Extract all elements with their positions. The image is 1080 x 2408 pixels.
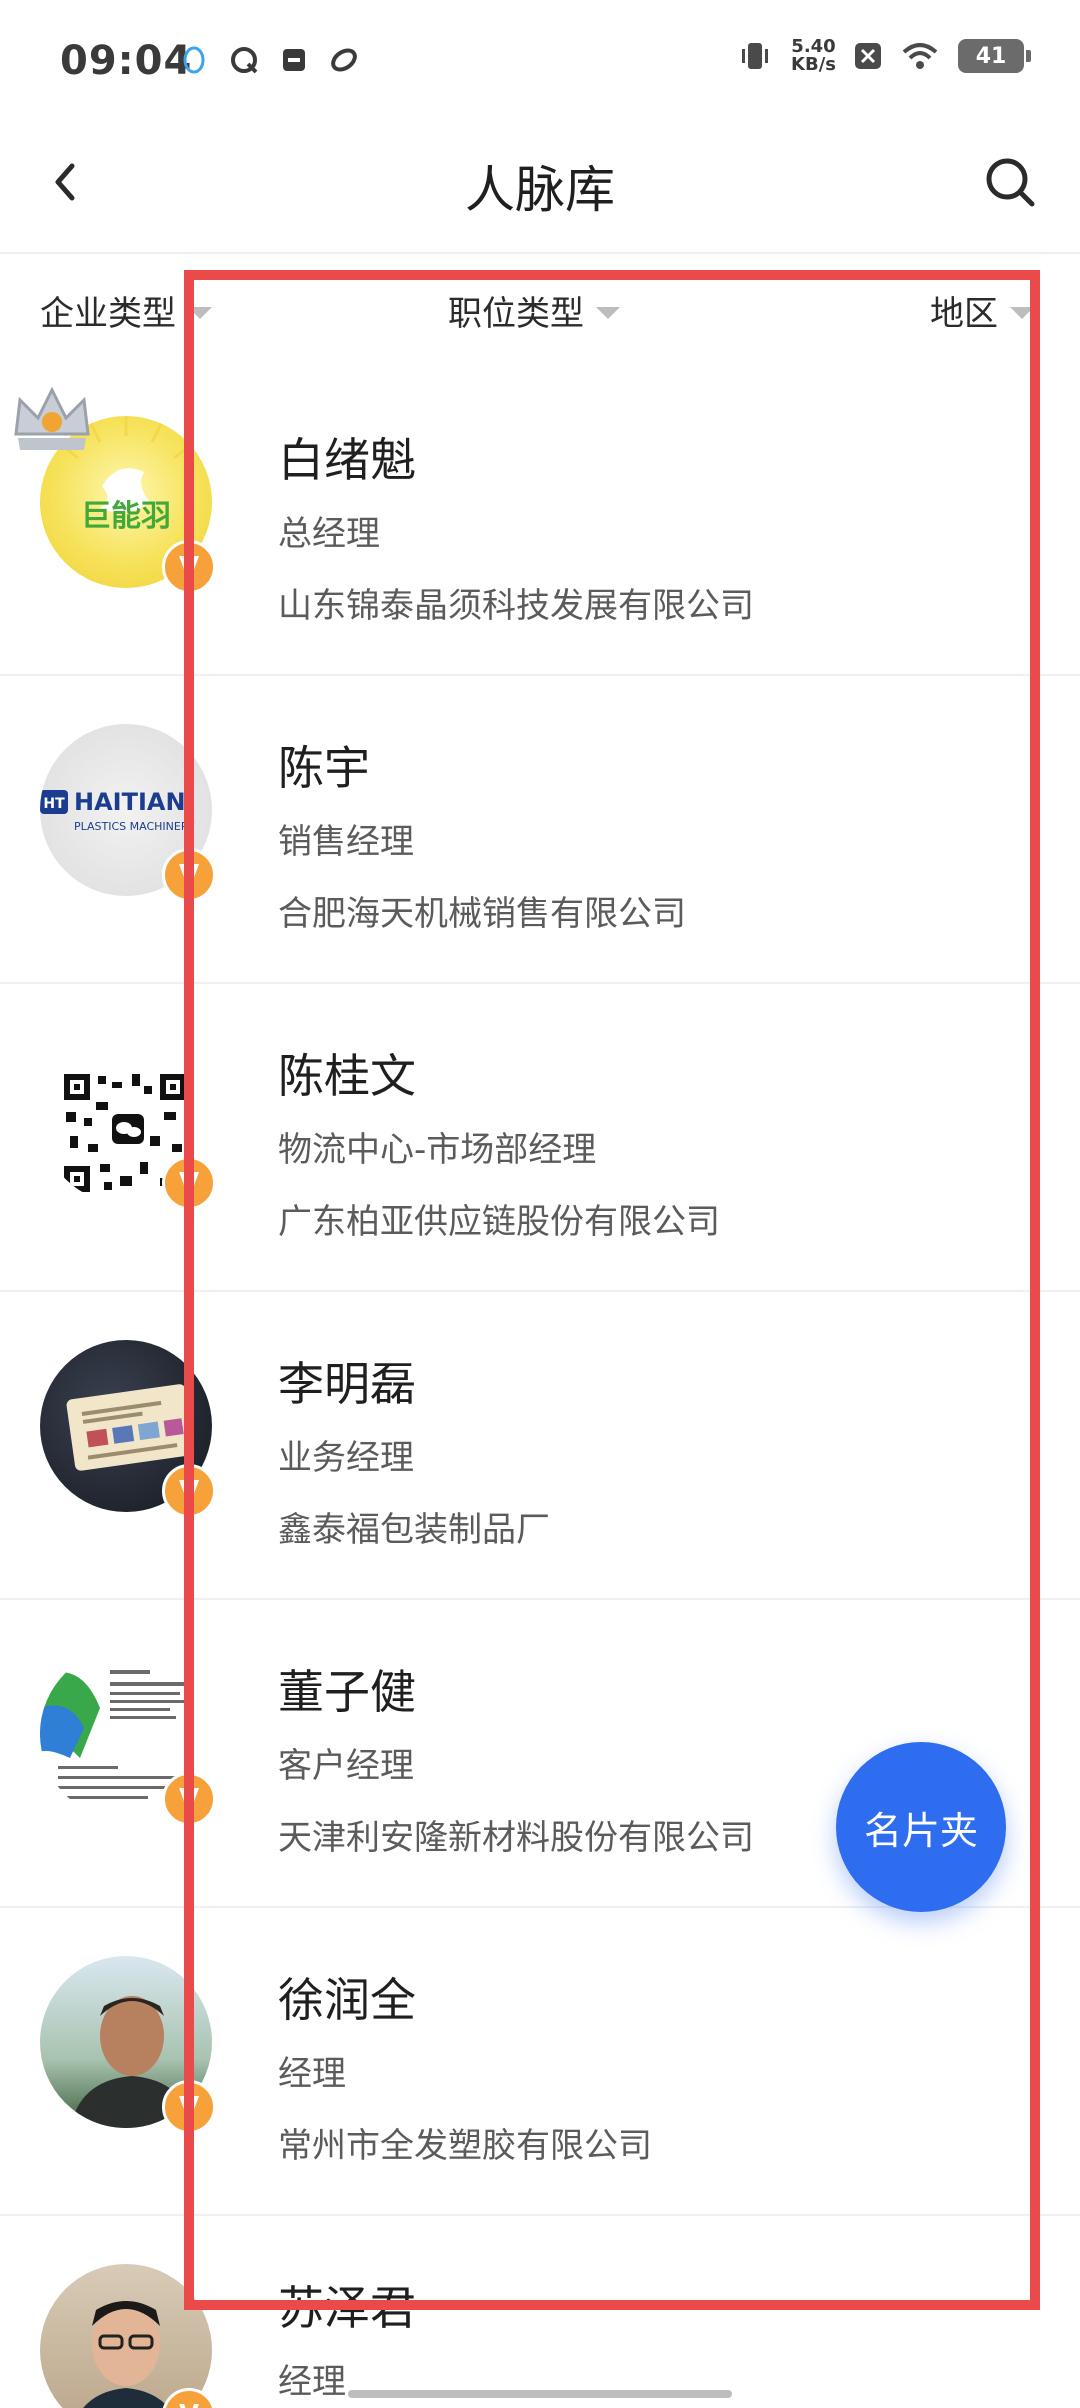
card-holder-label: 名片夹 bbox=[863, 1808, 978, 1853]
contact-name: 苏泽君 bbox=[278, 2281, 416, 2335]
verified-badge: V bbox=[162, 1772, 216, 1826]
verified-badge: V bbox=[162, 1156, 216, 1210]
avatar: V bbox=[40, 1032, 216, 1210]
leaf-icon bbox=[331, 48, 357, 72]
verified-badge: V bbox=[162, 848, 216, 902]
contact-name: 陈宇 bbox=[278, 741, 370, 795]
battery-indicator: 41 bbox=[958, 39, 1031, 73]
vibrate-icon bbox=[742, 43, 769, 69]
avatar: HT HAITIAN PLASTICS MACHINERY V bbox=[40, 724, 216, 902]
contact-company: 广东柏亚供应链股份有限公司 bbox=[278, 1202, 720, 1242]
contact-position: 经理 bbox=[278, 2362, 346, 2402]
status-bar: 09:04 5.40 KB/s 41 bbox=[0, 0, 1080, 120]
network-speed-unit: KB/s bbox=[791, 54, 836, 75]
contact-company: 鑫泰福包装制品厂 bbox=[278, 1510, 550, 1550]
wifi-icon bbox=[902, 43, 938, 69]
avatar-text: 巨能羽 bbox=[81, 499, 171, 534]
contact-list: 巨能羽 V 白绪魁 总经理 山东锦泰晶须科技发展有限公司 HT HAITIAN … bbox=[0, 368, 1080, 2408]
svg-text:HT: HT bbox=[43, 796, 65, 812]
contact-company: 山东锦泰晶须科技发展有限公司 bbox=[278, 586, 754, 626]
contact-position: 业务经理 bbox=[278, 1438, 414, 1478]
contact-position: 销售经理 bbox=[278, 822, 414, 862]
avatar: V bbox=[40, 2264, 216, 2408]
chat-bubble-icon bbox=[231, 47, 258, 74]
avatar: 巨能羽 V bbox=[14, 386, 216, 594]
contact-position: 总经理 bbox=[278, 514, 380, 554]
network-speed: 5.40 KB/s bbox=[791, 38, 836, 74]
contact-name: 白绪魁 bbox=[278, 433, 416, 487]
filter-position-type[interactable]: 职位类型 bbox=[448, 286, 620, 335]
contact-name: 董子健 bbox=[278, 1665, 416, 1719]
contact-position: 客户经理 bbox=[278, 1746, 414, 1786]
verified-badge: V bbox=[162, 1464, 216, 1518]
verified-badge: V bbox=[162, 2080, 216, 2134]
card-holder-button[interactable]: 名片夹 bbox=[836, 1742, 1006, 1912]
avatar-subtext: PLASTICS MACHINERY bbox=[74, 820, 195, 833]
qq-penguin-icon bbox=[183, 46, 205, 74]
filter-region[interactable]: 地区 bbox=[930, 286, 1034, 335]
caret-down-icon bbox=[1010, 306, 1034, 319]
avatar: V bbox=[40, 1956, 216, 2134]
caret-down-icon bbox=[596, 306, 620, 319]
filter-region-label: 地区 bbox=[930, 294, 998, 334]
portrait-photo-icon bbox=[83, 2301, 169, 2408]
archive-box-icon bbox=[283, 49, 305, 71]
crown-icon bbox=[14, 386, 90, 450]
contact-position: 经理 bbox=[278, 2054, 346, 2094]
x-notification-icon bbox=[855, 43, 881, 69]
search-icon[interactable] bbox=[980, 152, 1040, 212]
avatar: V bbox=[40, 1340, 216, 1518]
contact-position: 物流中心-市场部经理 bbox=[278, 1130, 597, 1170]
filter-position-type-label: 职位类型 bbox=[448, 294, 584, 334]
screen: 09:04 5.40 KB/s 41 人脉库 企业类型 职位类型 地区 巨能羽 … bbox=[0, 0, 1080, 2408]
home-indicator[interactable] bbox=[348, 2390, 732, 2398]
battery-level: 41 bbox=[975, 43, 1007, 69]
filter-company-type[interactable]: 企业类型 bbox=[40, 286, 212, 335]
status-time: 09:04 bbox=[60, 38, 193, 84]
verified-badge: V bbox=[162, 540, 216, 594]
caret-down-icon bbox=[188, 306, 212, 319]
contact-name: 李明磊 bbox=[278, 1357, 416, 1411]
contact-company: 合肥海天机械销售有限公司 bbox=[278, 894, 686, 934]
contact-name: 陈桂文 bbox=[278, 1049, 416, 1103]
avatar: V bbox=[40, 1648, 216, 1826]
contact-item[interactable]: V 徐润全 经理 常州市全发塑胶有限公司 bbox=[0, 1908, 1080, 2216]
status-right-icons: 5.40 KB/s 41 bbox=[737, 38, 1031, 74]
page-title: 人脉库 bbox=[465, 161, 615, 219]
contact-item[interactable]: V 李明磊 业务经理 鑫泰福包装制品厂 bbox=[0, 1292, 1080, 1600]
contact-item[interactable]: V 苏泽君 经理 bbox=[0, 2216, 1080, 2408]
avatar-text: HAITIAN bbox=[74, 788, 186, 816]
app-header: 人脉库 bbox=[0, 120, 1080, 254]
contact-company: 天津利安隆新材料股份有限公司 bbox=[278, 1818, 754, 1858]
status-left-icons bbox=[178, 44, 360, 76]
contact-item[interactable]: HT HAITIAN PLASTICS MACHINERY V 陈宇 销售经理 … bbox=[0, 676, 1080, 984]
contact-name: 徐润全 bbox=[278, 1973, 416, 2027]
contact-item[interactable]: 巨能羽 V 白绪魁 总经理 山东锦泰晶须科技发展有限公司 bbox=[0, 368, 1080, 676]
filter-company-type-label: 企业类型 bbox=[40, 294, 176, 334]
filter-bar: 企业类型 职位类型 地区 bbox=[0, 270, 1080, 360]
contact-company: 常州市全发塑胶有限公司 bbox=[278, 2126, 652, 2166]
contact-item[interactable]: V 陈桂文 物流中心-市场部经理 广东柏亚供应链股份有限公司 bbox=[0, 984, 1080, 1292]
avatar-image bbox=[40, 2264, 212, 2408]
